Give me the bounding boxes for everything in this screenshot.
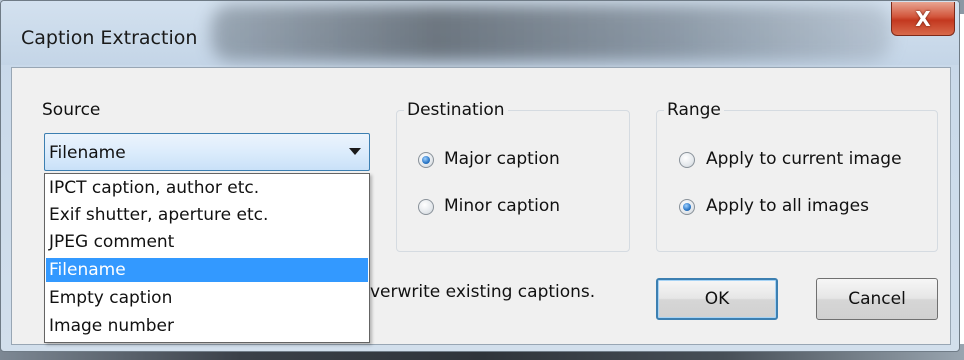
source-selected-value: Filename [49, 143, 126, 163]
dialog-title: Caption Extraction [21, 27, 198, 49]
title-bar[interactable]: Caption Extraction X [1, 1, 959, 65]
destination-label: Destination [404, 100, 508, 120]
overwrite-note: verwrite existing captions. [370, 282, 596, 302]
ok-button[interactable]: OK [656, 278, 778, 320]
close-button[interactable]: X [891, 2, 955, 36]
source-label: Source [42, 100, 101, 120]
minor-caption-radio[interactable] [418, 199, 434, 215]
caption-extraction-dialog: Caption Extraction X Source Filename Des… [0, 0, 960, 352]
dialog-body: Source Filename Destination Major captio… [11, 67, 951, 345]
dropdown-option-iptc[interactable]: IPCT caption, author etc. [46, 176, 368, 200]
minor-caption-label[interactable]: Minor caption [444, 196, 560, 216]
apply-current-label[interactable]: Apply to current image [706, 149, 902, 169]
dropdown-option-empty[interactable]: Empty caption [46, 286, 368, 310]
source-dropdown-list: IPCT caption, author etc. Exif shutter, … [44, 173, 370, 343]
range-label: Range [664, 100, 724, 120]
title-bar-blur [211, 5, 891, 61]
chevron-down-icon[interactable] [349, 148, 361, 155]
dropdown-option-number[interactable]: Image number [46, 314, 368, 338]
dropdown-option-filename[interactable]: Filename [46, 258, 368, 282]
major-caption-radio[interactable] [418, 152, 434, 168]
apply-all-label[interactable]: Apply to all images [706, 196, 869, 216]
dropdown-option-exif[interactable]: Exif shutter, aperture etc. [46, 203, 368, 227]
cancel-button[interactable]: Cancel [816, 278, 938, 320]
close-icon: X [915, 6, 931, 31]
source-combobox[interactable]: Filename [44, 133, 370, 171]
apply-all-radio[interactable] [679, 199, 695, 215]
major-caption-label[interactable]: Major caption [444, 149, 560, 169]
range-group [656, 110, 938, 252]
apply-current-radio[interactable] [679, 152, 695, 168]
destination-group [396, 110, 630, 252]
dropdown-option-jpeg[interactable]: JPEG comment [46, 230, 368, 254]
